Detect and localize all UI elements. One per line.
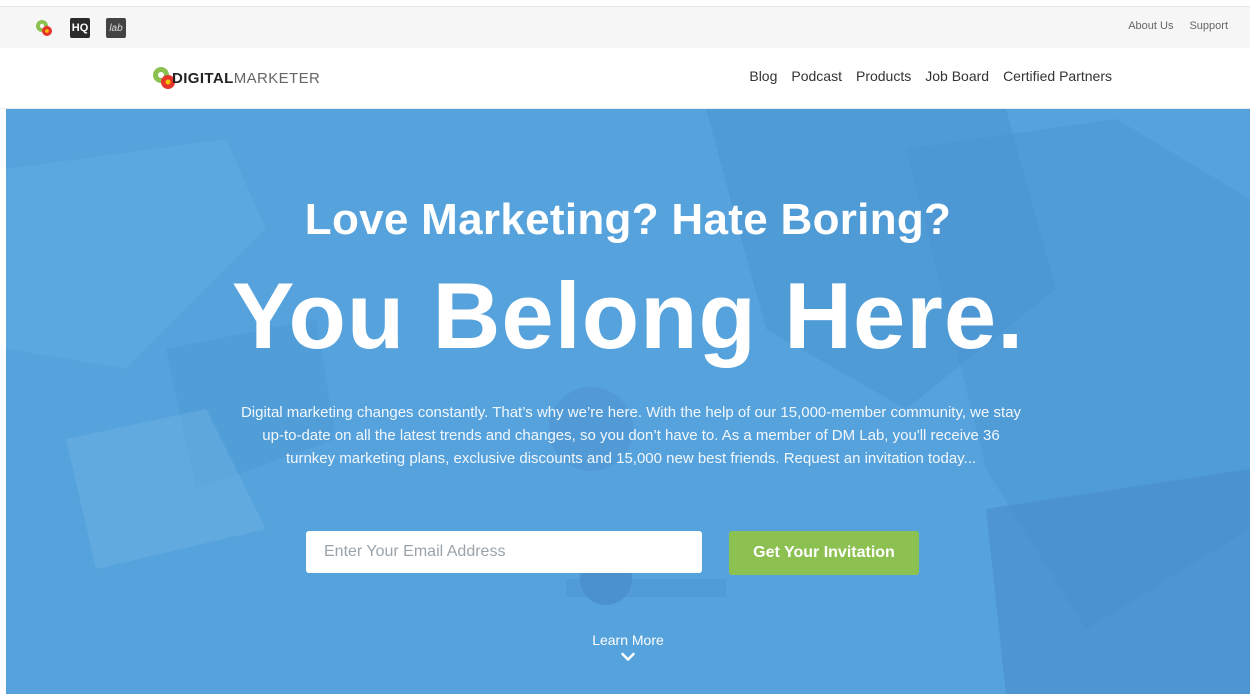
hero-section: Love Marketing? Hate Boring? You Belong … <box>6 109 1250 694</box>
main-nav: Blog Podcast Products Job Board Certifie… <box>749 68 1112 84</box>
nav-job-board[interactable]: Job Board <box>925 68 989 84</box>
main-header: DIGITALMARKETER Blog Podcast Products Jo… <box>0 48 1250 109</box>
about-us-link[interactable]: About Us <box>1128 20 1173 32</box>
hq-icon[interactable]: HQ <box>70 18 90 38</box>
support-link[interactable]: Support <box>1189 20 1228 32</box>
chevron-down-icon <box>621 652 635 661</box>
site-switcher: HQ lab <box>34 18 126 38</box>
hero-title: You Belong Here. <box>231 263 1025 368</box>
gear-logo-icon[interactable] <box>34 18 54 38</box>
learn-more-label: Learn More <box>592 632 664 648</box>
hero-content: Love Marketing? Hate Boring? You Belong … <box>6 109 1250 694</box>
hero-kicker: Love Marketing? Hate Boring? <box>304 195 952 244</box>
nav-podcast[interactable]: Podcast <box>791 68 842 84</box>
digital-marketer-logo[interactable]: DIGITALMARKETER <box>150 64 320 92</box>
utility-links: About Us Support <box>1128 20 1228 32</box>
lab-icon[interactable]: lab <box>106 18 126 38</box>
learn-more-link[interactable]: Learn More <box>6 632 1250 662</box>
logo-text: DIGITALMARKETER <box>172 69 321 87</box>
signup-form: Get Your Invitation <box>306 531 919 575</box>
get-invitation-button[interactable]: Get Your Invitation <box>729 531 919 575</box>
nav-products[interactable]: Products <box>856 68 911 84</box>
utility-bar: HQ lab About Us Support <box>0 6 1250 48</box>
hero-description: Digital marketing changes constantly. Th… <box>240 404 1022 467</box>
email-input[interactable] <box>306 531 702 573</box>
nav-certified-partners[interactable]: Certified Partners <box>1003 68 1112 84</box>
nav-blog[interactable]: Blog <box>749 68 777 84</box>
page: HQ lab About Us Support DIGITALMARKETER … <box>0 0 1250 694</box>
